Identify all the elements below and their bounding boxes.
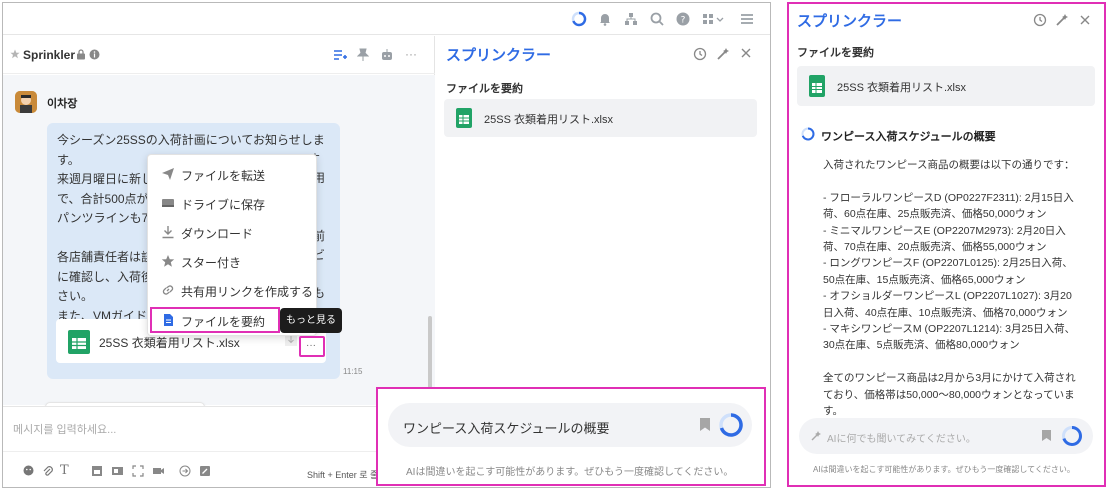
file-name: 25SS 衣類着用リスト.xlsx [99, 336, 240, 350]
excel-file-icon [456, 108, 472, 128]
loading-ring-icon[interactable] [1061, 425, 1083, 447]
send-icon [161, 167, 175, 181]
prompt-highlight-frame: ワンピース入荷スケジュールの概要 AIは間違いを起こす可能性があります。ぜひもう… [376, 387, 766, 486]
ai-panel-title: スプリンクラー [446, 47, 552, 64]
text-format-icon[interactable]: T [60, 463, 69, 478]
close-icon[interactable] [1079, 14, 1091, 26]
loading-ring-icon [801, 127, 815, 141]
menu-item-label: ドライブに保存 [181, 198, 266, 212]
history-icon[interactable] [693, 47, 707, 61]
menu-icon[interactable] [739, 11, 755, 27]
summary-item: - マキシワンピースM (OP2207L1214): 3月25日入荷、30点在庫… [823, 323, 1076, 352]
menu-item-create-share-link[interactable]: 共有用リンクを作成する [148, 276, 318, 305]
org-chart-icon[interactable] [623, 11, 639, 27]
ai-summary-window: スプリンクラー ファイルを要約 25SS 衣類着用リスト.xlsx ワンピース入… [787, 2, 1106, 487]
capture-icon[interactable] [132, 465, 144, 477]
menu-item-label: ダウンロード [181, 227, 254, 241]
apps-icon[interactable] [701, 11, 725, 27]
close-icon[interactable] [740, 47, 752, 59]
tooltip: もっと見る [280, 308, 342, 333]
pin-icon[interactable] [357, 48, 369, 61]
star-icon[interactable] [10, 49, 20, 59]
sparkle-icon [810, 430, 822, 442]
avatar[interactable] [15, 91, 37, 113]
summary-body: 入荷されたワンピース商品の概要は以下の通りです： - フローラルワンピースD (… [823, 157, 1079, 419]
summary-title: ワンピース入荷スケジュールの概要 [821, 131, 996, 143]
magic-wand-icon[interactable] [1055, 13, 1069, 27]
file-name: 25SS 衣類着用リスト.xlsx [484, 114, 613, 126]
menu-item-star[interactable]: スター付き [148, 247, 318, 276]
file-icon[interactable] [91, 465, 103, 477]
loading-ring-icon[interactable] [718, 412, 744, 438]
ai-panel-subtitle: ファイルを要約 [797, 47, 874, 59]
summary-item: - フローラルワンピースD (OP0227F2311): 2月15日入荷、60点… [823, 191, 1074, 221]
help-icon[interactable]: ? [675, 11, 691, 27]
send-hint: Shift + Enter 로 줄 [307, 470, 379, 480]
emoji-icon[interactable] [23, 465, 34, 476]
bookmark-icon[interactable] [1041, 429, 1052, 442]
bot-icon[interactable] [380, 48, 394, 61]
ai-file-card[interactable]: 25SS 衣類着用リスト.xlsx [797, 66, 1095, 106]
message-input[interactable]: 메시지를 입력하세요... [13, 421, 116, 437]
composer-divider [3, 451, 435, 452]
bell-icon[interactable] [597, 11, 613, 27]
edit-icon[interactable] [199, 465, 211, 477]
menu-item-label: ファイルを転送 [181, 169, 266, 183]
ai-disclaimer: AIは間違いを起こす可能性があります。ぜひもう一度確認してください。 [406, 467, 734, 478]
svg-text:?: ? [681, 16, 686, 26]
drive-icon [161, 196, 175, 210]
summary-conclusion: 全てのワンピース商品は2月から3月にかけて入荷されており、価格帯は50,000～… [823, 372, 1076, 418]
ai-disclaimer: AIは間違いを起こす可能性があります。ぜひもう一度確認してください。 [813, 465, 1075, 474]
lock-icon [76, 49, 86, 60]
bookmark-icon[interactable] [699, 417, 711, 432]
menu-item-label: スター付き [181, 256, 242, 270]
loading-ring-icon[interactable] [571, 11, 587, 27]
ai-panel-title: スプリンクラー [797, 13, 903, 30]
menu-item-forward-file[interactable]: ファイルを転送 [148, 160, 318, 189]
more-icon: ··· [306, 340, 316, 351]
message-composer: 메시지를 입력하세요... T Shift + Enter 로 줄 [3, 406, 435, 487]
video-icon[interactable] [152, 465, 165, 477]
menu-item-save-to-drive[interactable]: ドライブに保存 [148, 189, 318, 218]
download-icon [161, 225, 175, 239]
history-icon[interactable] [1033, 13, 1047, 27]
channel-name: Sprinkler [23, 48, 76, 62]
forward-icon[interactable] [179, 465, 191, 477]
link-icon [161, 283, 175, 297]
excel-file-icon [809, 75, 825, 97]
summary-intro: 入荷されたワンピース商品の概要は以下の通りです： [823, 159, 1075, 171]
ai-input-placeholder: AIに何でも聞いてみてください。 [827, 434, 976, 445]
summary-item: - オフショルダーワンピースL (OP2207L1027): 3月20日入荷、4… [823, 290, 1072, 319]
ai-chat-input[interactable]: AIに何でも聞いてみてください。 [799, 418, 1093, 454]
excel-file-icon [68, 330, 90, 354]
message-author[interactable]: 이차장 [47, 95, 77, 111]
ai-prompt-input[interactable]: ワンピース入荷スケジュールの概要 [388, 403, 752, 447]
scrollbar-thumb[interactable] [428, 316, 432, 396]
highlight-frame [150, 307, 280, 333]
search-icon[interactable] [649, 11, 665, 27]
chat-header: Sprinkler ··· [3, 36, 435, 74]
magic-wand-icon[interactable] [716, 47, 730, 61]
menu-item-download[interactable]: ダウンロード [148, 218, 318, 247]
drive-icon[interactable] [111, 465, 124, 477]
attach-icon[interactable] [42, 465, 53, 477]
message-time: 11:15 [343, 367, 363, 376]
summary-item: - ロングワンピースF (OP2207L0125): 2月25日入荷、50点在庫… [823, 257, 1073, 286]
top-bar: ? [3, 3, 770, 35]
more-icon[interactable]: ··· [405, 47, 417, 61]
info-icon[interactable] [89, 49, 100, 60]
file-more-button[interactable]: ··· [299, 336, 325, 357]
prompt-text: ワンピース入荷スケジュールの概要 [403, 421, 610, 436]
add-list-icon[interactable] [333, 49, 347, 61]
summary-spacer [823, 354, 1079, 370]
file-name: 25SS 衣類着用リスト.xlsx [837, 82, 966, 94]
ai-file-card[interactable]: 25SS 衣類着用リスト.xlsx [444, 99, 757, 137]
star-icon [161, 254, 175, 268]
menu-item-label: 共有用リンクを作成する [181, 285, 314, 299]
ai-panel-subtitle: ファイルを要約 [446, 83, 523, 95]
summary-spacer [823, 173, 1079, 189]
summary-item: - ミニマルワンピースE (OP2207M2973): 2月20日入荷、70点在… [823, 224, 1066, 254]
